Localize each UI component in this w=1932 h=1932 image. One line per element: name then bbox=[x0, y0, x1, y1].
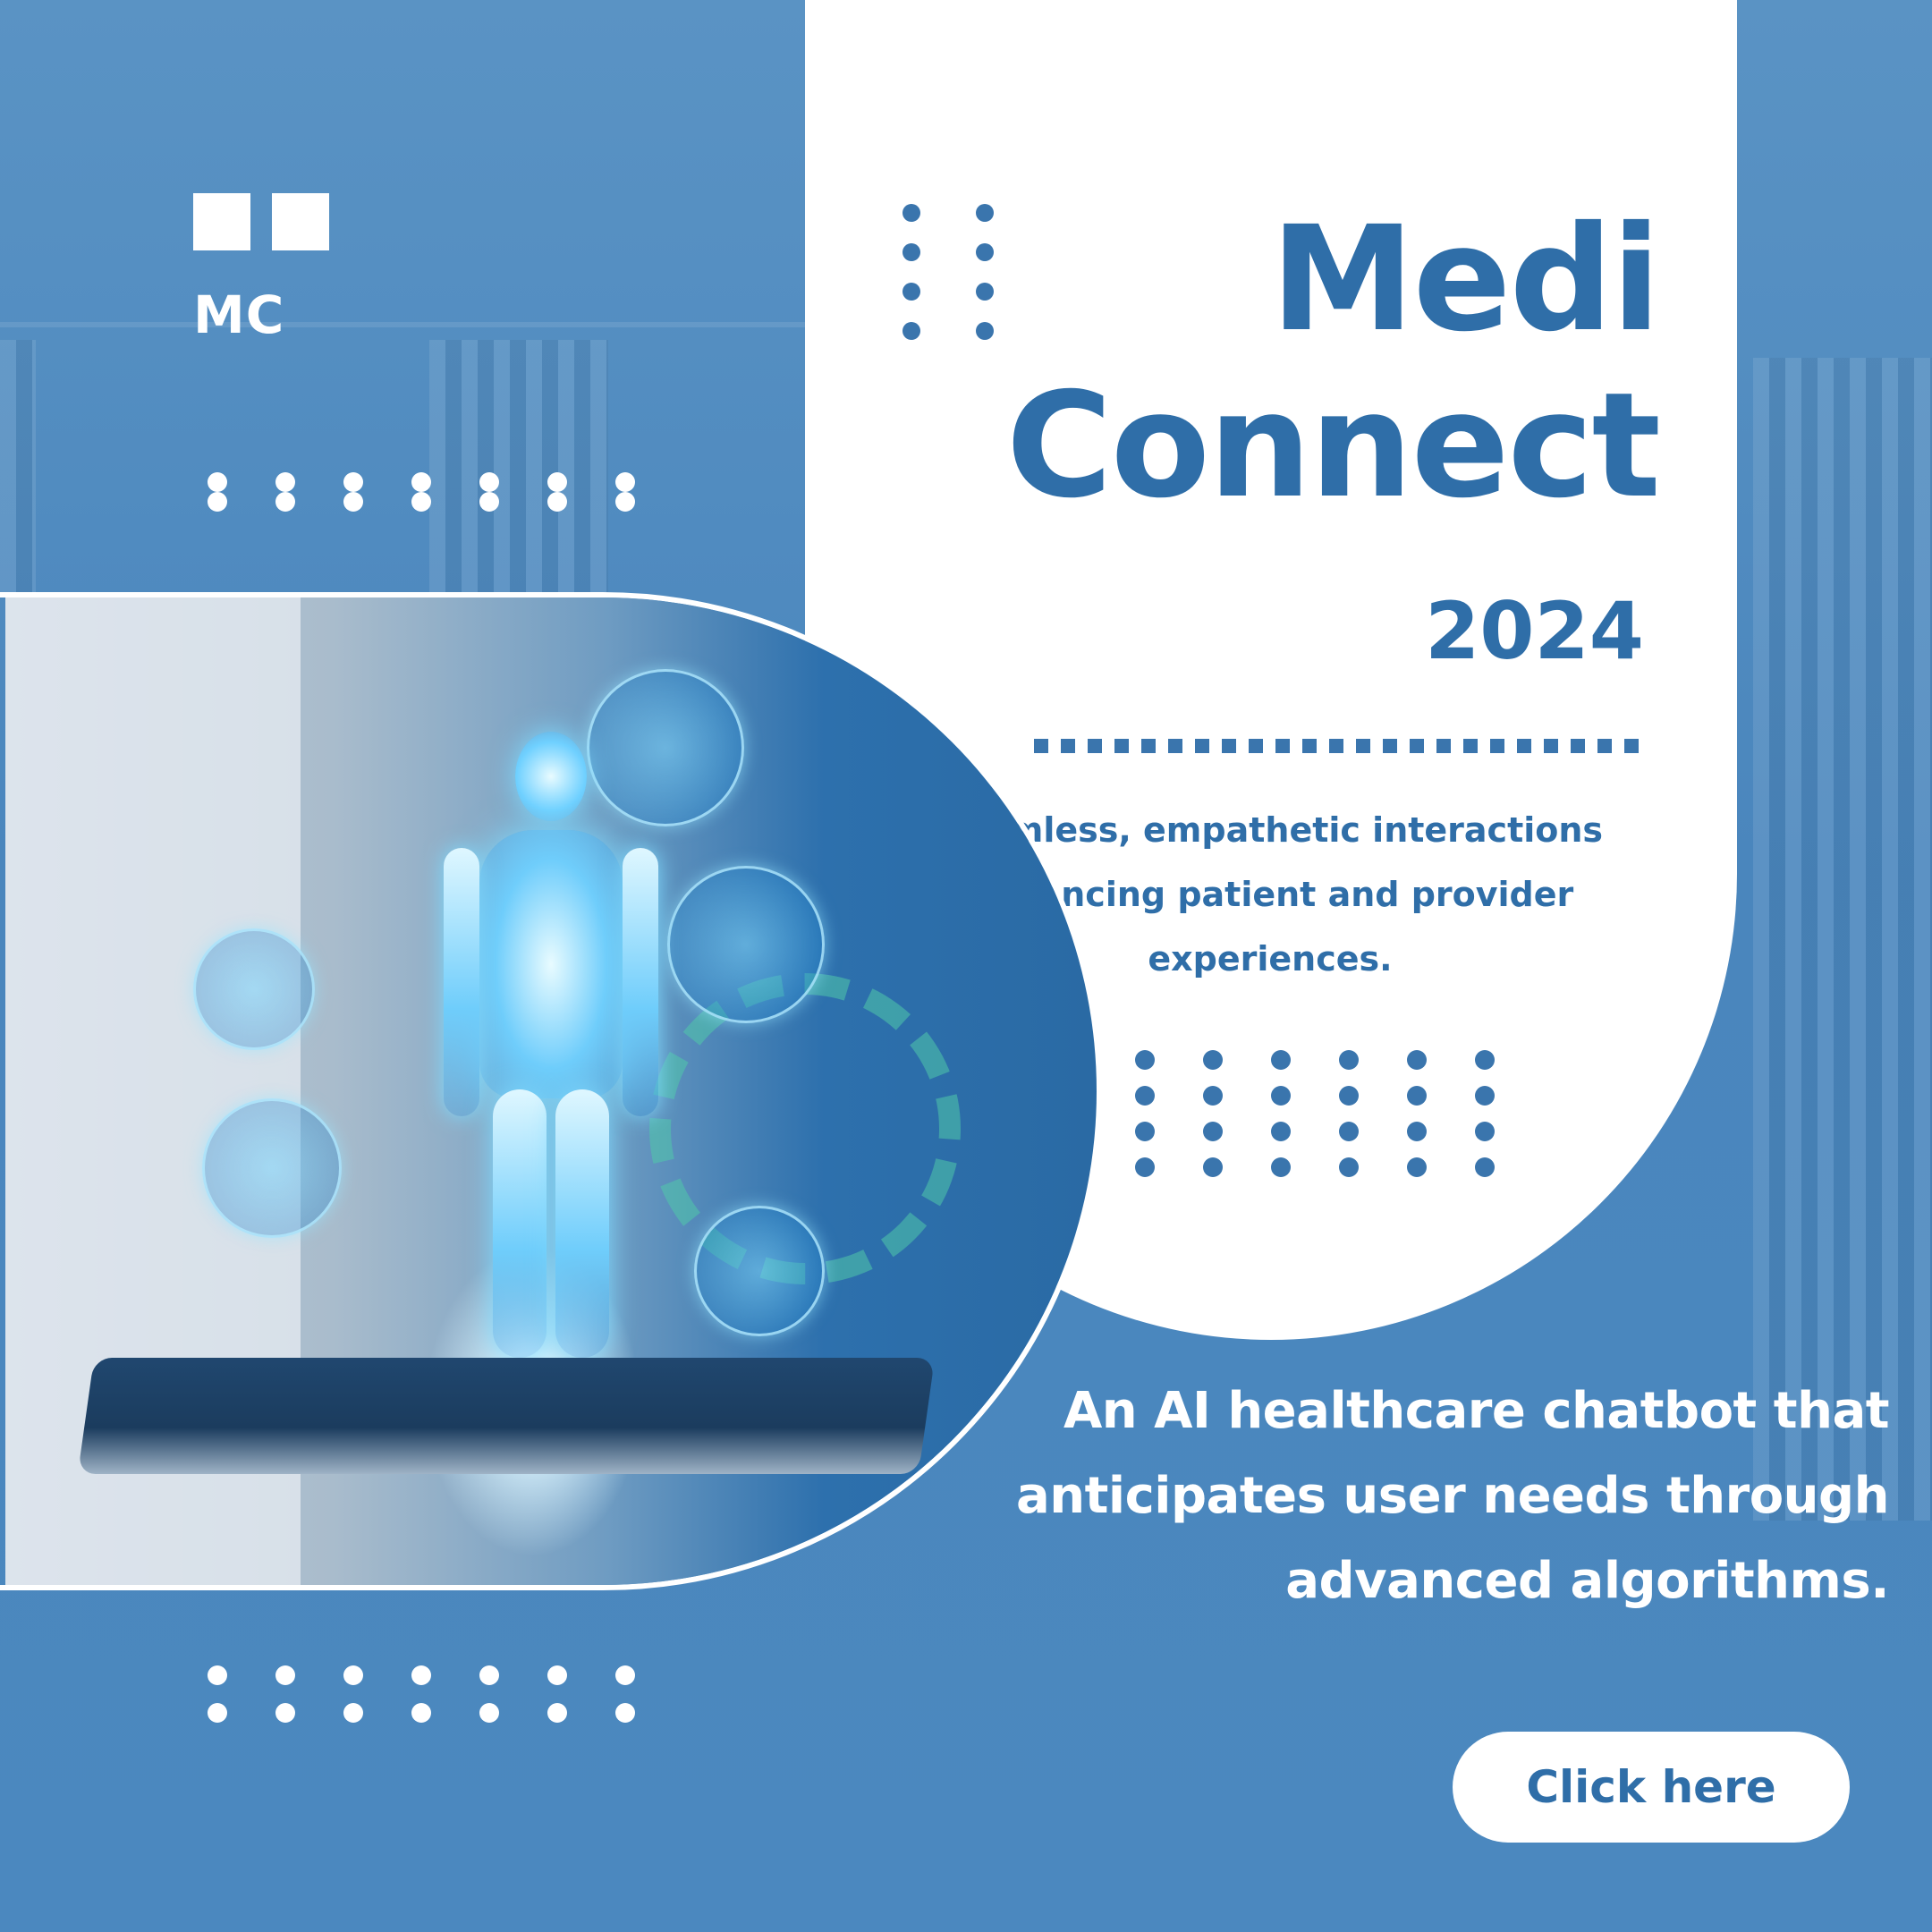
dot bbox=[1339, 1050, 1359, 1070]
dot bbox=[615, 1703, 635, 1723]
dot bbox=[547, 1665, 567, 1685]
dot bbox=[411, 492, 431, 512]
dot bbox=[1407, 1122, 1427, 1141]
dot bbox=[1407, 1157, 1427, 1177]
dot bbox=[1203, 1122, 1223, 1141]
dot bbox=[1475, 1122, 1495, 1141]
dot bbox=[411, 1665, 431, 1685]
dot bbox=[1135, 1050, 1155, 1070]
dot bbox=[615, 1665, 635, 1685]
dot bbox=[343, 492, 363, 512]
chart-circle-icon bbox=[694, 1206, 825, 1336]
dot bbox=[208, 492, 227, 512]
dot bbox=[615, 472, 635, 492]
dot bbox=[479, 472, 499, 492]
dot bbox=[343, 1703, 363, 1723]
decorative-dots-panel-bottom bbox=[1067, 1050, 1495, 1177]
background-ceiling-line bbox=[0, 322, 805, 327]
decorative-dots-panel-top bbox=[902, 204, 994, 340]
dot bbox=[1475, 1050, 1495, 1070]
dot bbox=[1407, 1050, 1427, 1070]
background-curtain bbox=[429, 340, 608, 592]
dot bbox=[902, 283, 920, 301]
hologram-leg bbox=[555, 1089, 609, 1358]
dot bbox=[1203, 1050, 1223, 1070]
dashed-divider bbox=[1034, 739, 1649, 753]
dot bbox=[902, 243, 920, 261]
dot bbox=[343, 472, 363, 492]
hero-image bbox=[0, 592, 1102, 1590]
dot bbox=[275, 492, 295, 512]
dot bbox=[479, 1703, 499, 1723]
dot bbox=[547, 492, 567, 512]
doctor-hologram-illustration bbox=[5, 597, 1097, 1585]
dot bbox=[902, 322, 920, 340]
dot bbox=[1339, 1157, 1359, 1177]
dot bbox=[547, 1703, 567, 1723]
background-curtain bbox=[0, 340, 36, 592]
dot bbox=[1203, 1086, 1223, 1106]
dot bbox=[1135, 1086, 1155, 1106]
background-curtain bbox=[1753, 358, 1932, 1521]
dot bbox=[208, 1665, 227, 1685]
hologram-head bbox=[515, 732, 587, 821]
pulse-circle-icon bbox=[667, 866, 825, 1023]
dot bbox=[615, 492, 635, 512]
decorative-dots-bottom-left bbox=[208, 1665, 635, 1723]
dot bbox=[411, 1703, 431, 1723]
poster: MC Medi Connect 2024 Seamless, empatheti… bbox=[0, 0, 1932, 1932]
dot bbox=[208, 1703, 227, 1723]
dot bbox=[411, 472, 431, 492]
dot bbox=[1339, 1122, 1359, 1141]
hologram-torso bbox=[479, 830, 623, 1098]
dot bbox=[1339, 1086, 1359, 1106]
click-here-button[interactable]: Click here bbox=[1453, 1732, 1850, 1843]
logo-square-left bbox=[193, 193, 250, 250]
dot bbox=[1203, 1157, 1223, 1177]
hologram-arm bbox=[444, 848, 479, 1116]
dot bbox=[547, 472, 567, 492]
dot bbox=[1135, 1122, 1155, 1141]
skeleton-hologram bbox=[444, 732, 658, 1358]
hologram-leg bbox=[493, 1089, 547, 1358]
dot bbox=[1271, 1122, 1291, 1141]
dot bbox=[1475, 1157, 1495, 1177]
dot bbox=[976, 283, 994, 301]
dot bbox=[1475, 1086, 1495, 1106]
dot bbox=[976, 243, 994, 261]
dot bbox=[1271, 1086, 1291, 1106]
year-label: 2024 bbox=[1425, 585, 1644, 677]
tablet-device bbox=[77, 1358, 936, 1474]
dot bbox=[1271, 1157, 1291, 1177]
dot bbox=[976, 322, 994, 340]
title-line-1: Medi bbox=[1270, 196, 1661, 364]
pills-circle-icon bbox=[202, 1098, 342, 1238]
heart-circle-icon bbox=[193, 928, 315, 1050]
product-description: An AI healthcare chatbot that anticipate… bbox=[1015, 1382, 1890, 1610]
title-line-2: Connect bbox=[1005, 362, 1661, 530]
dot bbox=[1271, 1050, 1291, 1070]
dot bbox=[275, 472, 295, 492]
dot bbox=[1407, 1086, 1427, 1106]
dot bbox=[275, 1703, 295, 1723]
dot bbox=[902, 204, 920, 222]
dot bbox=[479, 1665, 499, 1685]
dot bbox=[479, 492, 499, 512]
dot bbox=[275, 1665, 295, 1685]
logo-square-right bbox=[272, 193, 329, 250]
dot bbox=[208, 472, 227, 492]
decorative-dots-top-left bbox=[208, 472, 635, 512]
dot bbox=[976, 204, 994, 222]
dot bbox=[343, 1665, 363, 1685]
logo-text: MC bbox=[193, 284, 285, 345]
dot bbox=[1135, 1157, 1155, 1177]
hologram-arm bbox=[623, 848, 658, 1116]
